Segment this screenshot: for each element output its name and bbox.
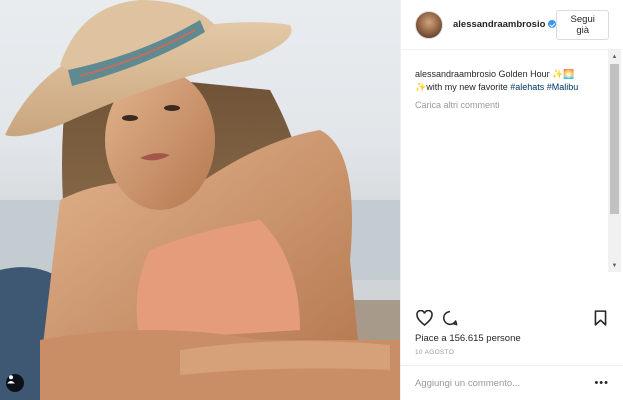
caption-username[interactable]: alessandraambrosio: [415, 69, 496, 79]
avatar[interactable]: [415, 10, 443, 39]
instagram-post: alessandraambrosio Segui già alessandraa…: [0, 0, 623, 400]
post-caption: alessandraambrosio Golden Hour ✨🌅 ✨with …: [415, 68, 611, 94]
bookmark-icon[interactable]: [591, 309, 609, 327]
comment-icon[interactable]: [441, 309, 459, 327]
hashtag-link[interactable]: #Malibu: [547, 82, 579, 92]
caption-text-2: ✨with my new favorite: [415, 82, 511, 92]
post-photo[interactable]: [0, 0, 400, 400]
username-text[interactable]: alessandraambrosio: [453, 19, 545, 30]
header-username[interactable]: alessandraambrosio: [453, 19, 557, 30]
post-header: alessandraambrosio Segui già: [401, 0, 623, 50]
likes-count[interactable]: Piace a 156.615 persone: [415, 333, 521, 344]
post-actions: [415, 306, 609, 330]
scroll-down-arrow-icon[interactable]: ▼: [608, 259, 621, 272]
verified-badge-icon: [548, 20, 557, 28]
hashtag-link[interactable]: #alehats: [510, 82, 544, 92]
more-options-icon[interactable]: •••: [594, 377, 609, 389]
add-comment-bar: •••: [401, 365, 623, 400]
post-date[interactable]: 10 AGOSTO: [415, 349, 454, 356]
caption-text-1: Golden Hour ✨🌅: [496, 69, 575, 79]
comment-input[interactable]: [415, 377, 585, 389]
photo-illustration: [0, 0, 400, 400]
follow-button[interactable]: Segui già: [556, 9, 609, 40]
heart-icon[interactable]: [415, 309, 433, 327]
comments-scrollbar[interactable]: ▲ ▼: [608, 50, 621, 272]
user-tag-icon[interactable]: [6, 374, 24, 392]
scroll-up-arrow-icon[interactable]: ▲: [608, 50, 621, 63]
load-more-comments-link[interactable]: Carica altri commenti: [415, 100, 611, 110]
scroll-thumb[interactable]: [610, 64, 619, 214]
post-sidebar: alessandraambrosio Segui già alessandraa…: [400, 0, 623, 400]
comments-area: alessandraambrosio Golden Hour ✨🌅 ✨with …: [401, 50, 611, 270]
